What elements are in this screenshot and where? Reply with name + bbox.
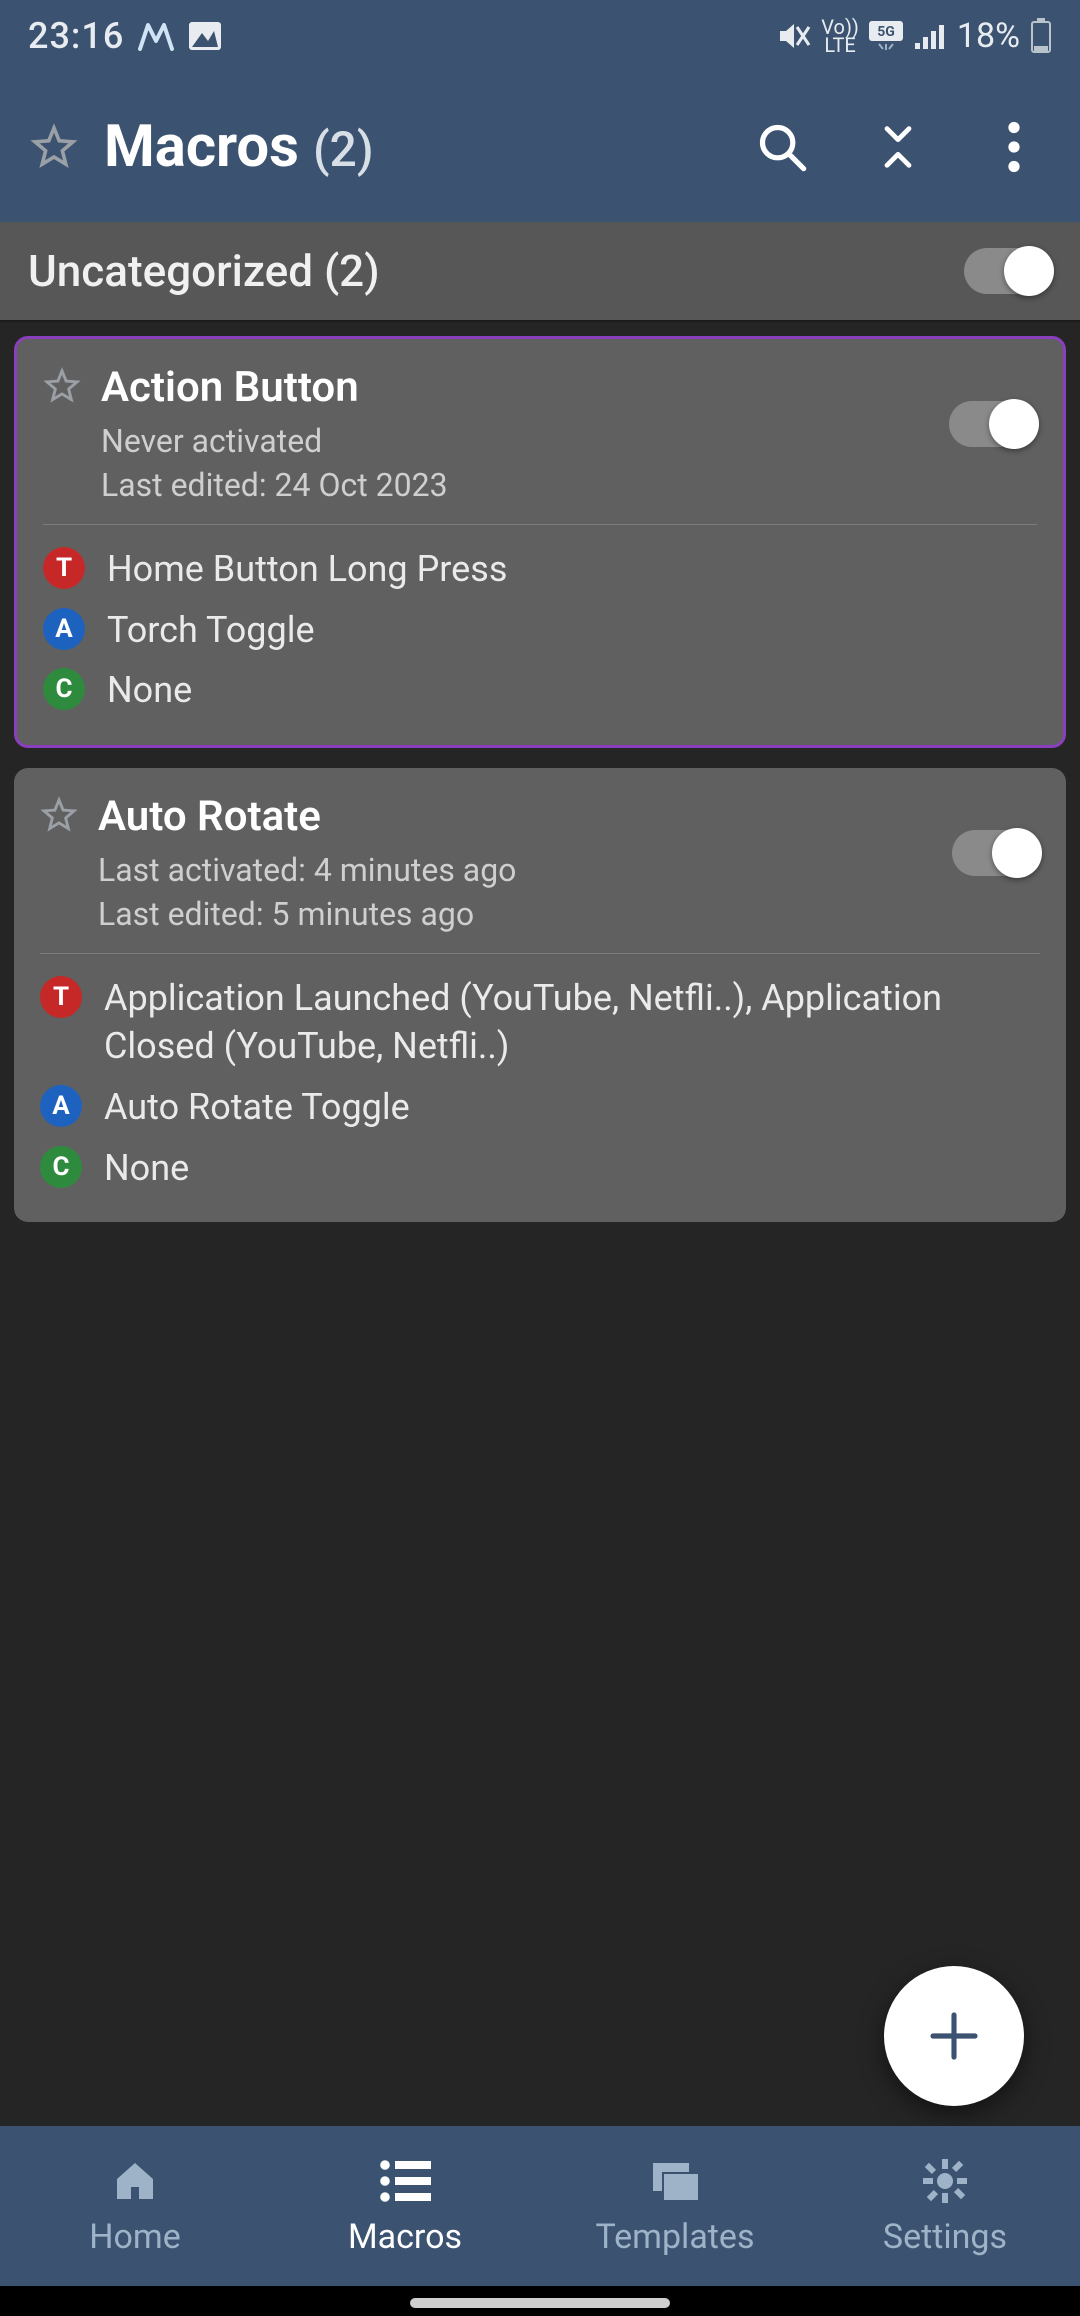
action-row: A Torch Toggle [43,600,1037,661]
picture-icon [188,21,222,51]
action-row: A Auto Rotate Toggle [40,1077,1040,1138]
macro-list: Action Button Never activated Last edite… [0,322,1080,1222]
search-icon [756,121,808,173]
gesture-bar[interactable] [410,2298,670,2308]
constraint-row: C None [40,1138,1040,1199]
overflow-button[interactable] [984,117,1044,177]
constraint-badge-icon: C [40,1146,82,1188]
5g-icon: 5G [869,21,903,51]
more-vert-icon [1004,121,1024,173]
nav-label: Macros [348,2217,462,2257]
page-title-count: (2) [313,121,374,178]
macro-meta-edited: Last edited: 5 minutes ago [98,895,1040,933]
svg-text:5G: 5G [877,24,895,40]
nav-templates[interactable]: Templates [540,2126,810,2286]
constraint-text: None [104,1144,189,1193]
action-text: Torch Toggle [107,606,315,655]
macro-title: Action Button [101,363,1037,412]
nav-macros[interactable]: Macros [270,2126,540,2286]
home-icon [109,2155,161,2207]
macro-star-icon[interactable] [40,796,80,836]
bottom-nav: Home Macros Templates Settings [0,2126,1080,2286]
constraint-row: C None [43,660,1037,721]
macro-toggle[interactable] [949,401,1037,447]
favorite-star-icon[interactable] [28,121,80,173]
nav-label: Home [89,2217,181,2257]
plus-icon [926,2008,982,2064]
macro-star-icon[interactable] [43,367,83,407]
nav-label: Templates [595,2217,754,2257]
mute-icon [777,21,811,51]
volte-icon: Vo))LTE [821,18,859,54]
battery-pct: 18% [957,16,1020,56]
constraint-text: None [107,666,192,715]
status-bar: 23:16 Vo))LTE 5G 18% [0,0,1080,72]
templates-icon [649,2155,701,2207]
nav-home[interactable]: Home [0,2126,270,2286]
category-name: Uncategorized (2) [28,245,380,297]
m-icon [138,21,174,51]
macro-toggle[interactable] [952,830,1040,876]
divider [40,953,1040,954]
list-icon [379,2155,431,2207]
macro-card[interactable]: Action Button Never activated Last edite… [14,336,1066,748]
trigger-row: T Application Launched (YouTube, Netfli.… [40,968,1040,1077]
action-text: Auto Rotate Toggle [104,1083,410,1132]
page-title: Macros [104,113,299,181]
divider [43,524,1037,525]
trigger-text: Application Launched (YouTube, Netfli..)… [104,974,1040,1071]
action-badge-icon: A [40,1085,82,1127]
category-header[interactable]: Uncategorized (2) [0,222,1080,322]
collapse-button[interactable] [868,117,928,177]
macro-title: Auto Rotate [98,792,1040,841]
add-macro-fab[interactable] [884,1966,1024,2106]
battery-icon [1030,18,1052,54]
trigger-row: T Home Button Long Press [43,539,1037,600]
search-button[interactable] [752,117,812,177]
action-badge-icon: A [43,608,85,650]
signal-icon [913,21,947,51]
macro-meta-activated: Last activated: 4 minutes ago [98,851,1040,889]
collapse-icon [876,121,920,173]
gear-icon [919,2155,971,2207]
status-time: 23:16 [28,15,124,57]
category-toggle[interactable] [964,248,1052,294]
app-bar: Macros (2) [0,72,1080,222]
trigger-text: Home Button Long Press [107,545,507,594]
macro-meta-activated: Never activated [101,422,1037,460]
nav-label: Settings [883,2217,1007,2257]
trigger-badge-icon: T [40,976,82,1018]
trigger-badge-icon: T [43,547,85,589]
constraint-badge-icon: C [43,668,85,710]
nav-settings[interactable]: Settings [810,2126,1080,2286]
macro-meta-edited: Last edited: 24 Oct 2023 [101,466,1037,504]
macro-card[interactable]: Auto Rotate Last activated: 4 minutes ag… [14,768,1066,1222]
